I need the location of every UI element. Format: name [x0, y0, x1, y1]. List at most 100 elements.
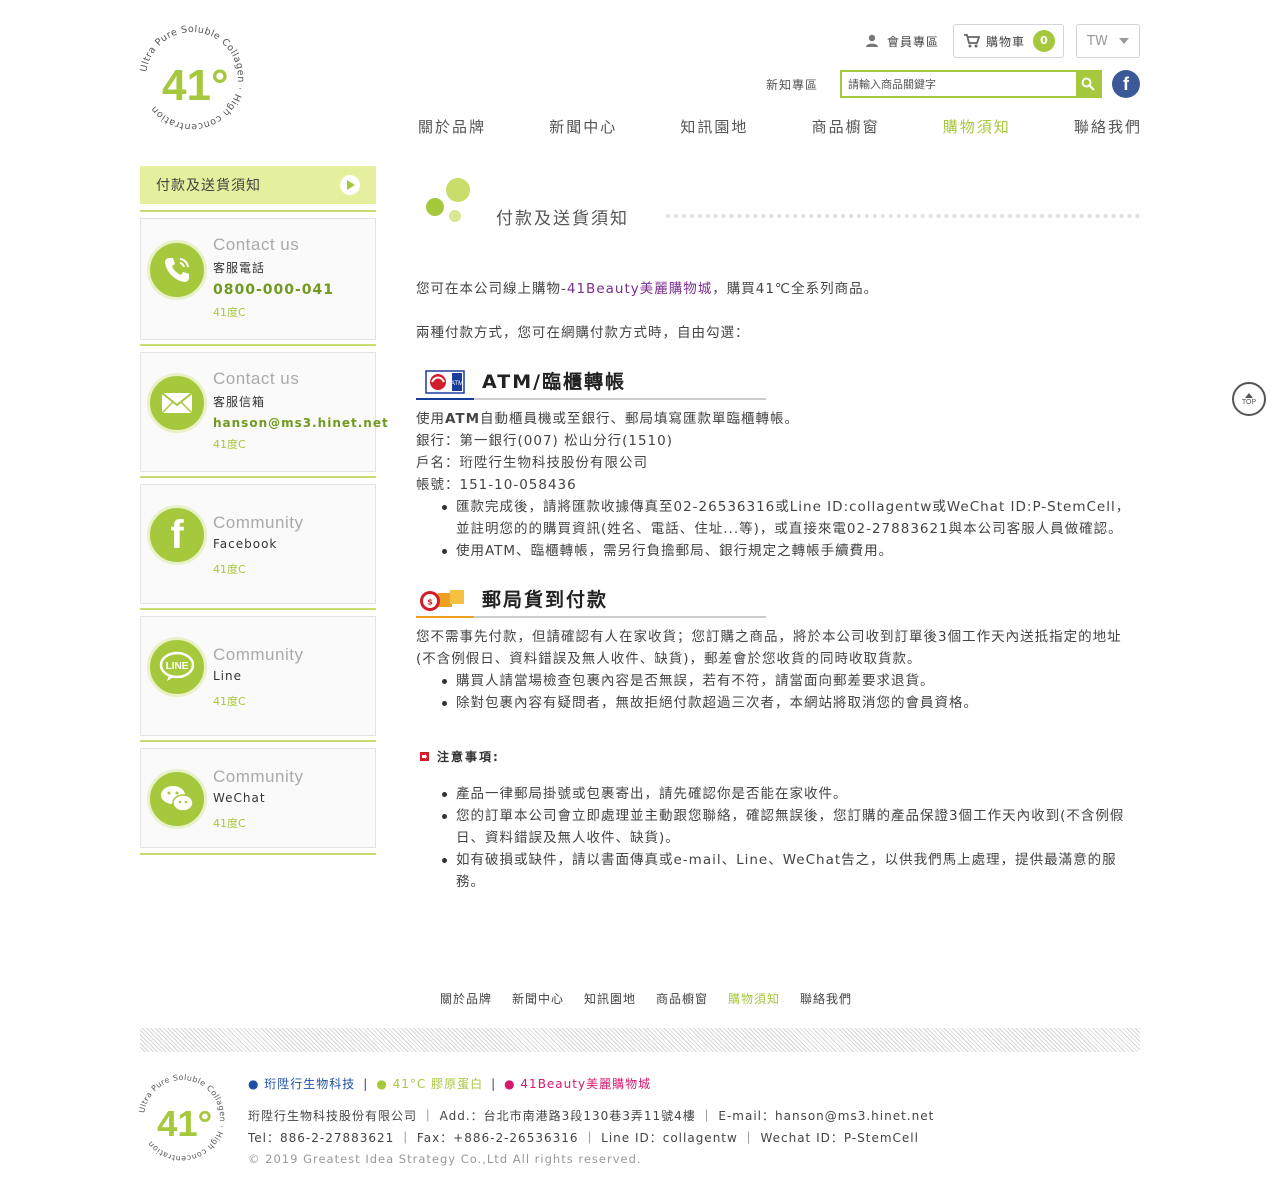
list-item: 購買人請當場檢查包裹內容是否無誤，若有不符，請當面向郵差要求退貨。: [442, 670, 1140, 692]
footer-nav-contact[interactable]: 聯絡我們: [800, 990, 852, 1007]
card-title: Contact us: [213, 369, 300, 388]
footer-site-links: ● 珩陞行生物科技 | ● 41°C 膠原蛋白 | ● 41Beauty美麗購物…: [248, 1075, 651, 1092]
notes-title: 注意事項:: [437, 750, 500, 764]
dotted-divider: [666, 214, 1140, 218]
list-item: 如有破損或缺件，請以書面傳真或e-mail、Line、WeChat告之，以供我們…: [442, 849, 1140, 893]
list-item: 您的訂單本公司會立即處理並主動跟您聯絡，確認無誤後，您訂購的產品保證3個工作天內…: [442, 805, 1140, 849]
phone-number: 0800-000-041: [213, 282, 335, 298]
intro-text-part: ，購買41℃全系列商品。: [712, 281, 879, 297]
footer-nav: 關於品牌 新聞中心 知訊園地 商品櫥窗 購物須知 聯絡我們: [0, 990, 1280, 1007]
cart-count-badge: 0: [1033, 30, 1055, 52]
intro-text-part: 您可在本公司線上購物-: [416, 281, 567, 297]
separator: |: [363, 1076, 369, 1091]
account-number: 帳號：151-10-058436: [416, 477, 577, 493]
svg-text:ATM: ATM: [451, 381, 463, 387]
card-brand: 41度C: [213, 438, 246, 451]
language-select[interactable]: TW: [1076, 24, 1140, 58]
play-arrow-icon: [340, 175, 360, 195]
divider: [140, 344, 376, 346]
card-title: Contact us: [213, 235, 300, 254]
card-subtitle: WeChat: [213, 791, 266, 805]
card-brand: 41度C: [213, 306, 246, 319]
footer-company-info: 珩陞行生物科技股份有限公司 ｜ Add.：台北市南港路3段130巷3弄11號4樓…: [248, 1109, 935, 1123]
divider: [140, 210, 376, 212]
user-icon: [865, 34, 878, 47]
footer-copyright: © 2019 Greatest Idea Strategy Co.,Ltd Al…: [248, 1152, 642, 1166]
cod-paragraph: 您不需事先付款，但請確認有人在家收貨；您訂購之商品，將於本公司收到訂單後3個工作…: [416, 629, 1122, 667]
card-title: Community: [213, 513, 304, 532]
decorative-dots-icon: [426, 178, 470, 222]
footer-nav-products[interactable]: 商品櫥窗: [656, 990, 708, 1007]
list-item: 使用ATM、臨櫃轉帳，需另行負擔郵局、銀行規定之轉帳手續費用。: [442, 540, 1140, 562]
facebook-icon[interactable]: f: [1112, 70, 1140, 98]
nav-item-products[interactable]: 商品櫥窗: [812, 116, 880, 137]
cart-button[interactable]: 購物車 0: [952, 24, 1064, 58]
nav-item-knowledge[interactable]: 知訊園地: [680, 116, 748, 137]
chevron-down-icon: [1119, 38, 1129, 44]
footer-stripe: [140, 1028, 1140, 1052]
list-item: 除對包裹內容有疑問者，無故拒絕付款超過三次者，本網站將取消您的會員資格。: [442, 692, 1140, 714]
footer-link-company[interactable]: ● 珩陞行生物科技: [248, 1075, 355, 1092]
search-icon: [1081, 77, 1095, 91]
member-area-link[interactable]: 會員專區: [865, 33, 939, 50]
cart-icon: [963, 34, 980, 48]
underline-accent: [416, 616, 474, 618]
footer-nav-brand[interactable]: 關於品牌: [440, 990, 492, 1007]
footer-contact-info: Tel：886-2-27883621 ｜ Fax：+886-2-26536316…: [248, 1131, 919, 1145]
card-brand: 41度C: [213, 817, 246, 830]
cart-label: 購物車: [985, 34, 1025, 49]
bank-info: 銀行：第一銀行(007) 松山分行(1510): [416, 433, 673, 449]
search-input[interactable]: [842, 72, 1076, 96]
sidebar-title: 付款及送貨須知: [156, 178, 261, 194]
atm-icon: ATM: [425, 370, 465, 394]
member-area-label: 會員專區: [886, 34, 939, 49]
svg-text:LINE: LINE: [166, 661, 189, 672]
svg-text:$: $: [427, 598, 433, 607]
footer-link-shop[interactable]: ● 41Beauty美麗購物城: [504, 1075, 651, 1092]
line-card[interactable]: LINE Community Line 41度C: [140, 616, 376, 736]
svg-text:41°: 41°: [157, 1103, 212, 1144]
divider: [140, 476, 376, 478]
wechat-card[interactable]: Community WeChat 41度C: [140, 748, 376, 848]
footer-nav-news[interactable]: 新聞中心: [512, 990, 564, 1007]
svg-text:41°: 41°: [162, 61, 229, 110]
card-brand: 41度C: [213, 563, 246, 576]
card-subtitle: 客服信箱: [213, 395, 266, 409]
card-subtitle: Line: [213, 669, 243, 683]
facebook-icon: f: [147, 505, 207, 565]
underline-accent: [416, 398, 474, 400]
nav-item-contact[interactable]: 聯絡我們: [1074, 116, 1142, 137]
footer-nav-shopping-info[interactable]: 購物須知: [728, 990, 780, 1007]
search-button[interactable]: [1076, 72, 1100, 96]
facebook-card[interactable]: f Community Facebook 41度C: [140, 484, 376, 604]
shop-link[interactable]: 41Beauty美麗購物城: [567, 281, 712, 297]
footer-nav-knowledge[interactable]: 知訊園地: [584, 990, 636, 1007]
footer-logo: Ultra Pure Soluble Collagen · High conce…: [134, 1070, 230, 1166]
divider: [140, 740, 376, 742]
sidebar-active-item[interactable]: 付款及送貨須知: [140, 166, 376, 204]
mail-icon: [147, 373, 207, 433]
card-title: Community: [213, 645, 304, 664]
main-nav: 關於品牌 新聞中心 知訊園地 商品櫥窗 購物須知 聯絡我們: [418, 116, 1142, 137]
brand-logo[interactable]: Ultra Pure Soluble Collagen · High conce…: [134, 20, 250, 136]
news-link[interactable]: 新知專區: [766, 76, 818, 93]
cod-section-title: 郵局貨到付款: [482, 589, 609, 611]
line-icon: LINE: [147, 637, 207, 697]
contact-phone-card[interactable]: Contact us 客服電話 0800-000-041 41度C: [140, 218, 376, 340]
text-part: 使用: [416, 411, 445, 427]
card-subtitle: Facebook: [213, 537, 278, 551]
text-bold: ATM: [445, 411, 481, 427]
nav-item-news[interactable]: 新聞中心: [549, 116, 617, 137]
contact-email-card[interactable]: Contact us 客服信箱 hanson@ms3.hinet.net 41度…: [140, 352, 388, 472]
footer-link-collagen[interactable]: ● 41°C 膠原蛋白: [376, 1075, 483, 1092]
nav-item-brand[interactable]: 關於品牌: [418, 116, 486, 137]
atm-line: 使用ATM自動櫃員機或至銀行、郵局填寫匯款單臨櫃轉帳。: [416, 408, 1140, 430]
back-to-top-button[interactable]: TOP: [1232, 382, 1266, 416]
arrow-bullet-icon: [420, 752, 429, 761]
card-title: Community: [213, 767, 304, 786]
divider: [140, 853, 376, 855]
atm-section-title: ATM/臨櫃轉帳: [482, 371, 627, 393]
divider: [140, 608, 376, 610]
language-value: TW: [1087, 33, 1108, 49]
nav-item-shopping-info[interactable]: 購物須知: [943, 116, 1011, 137]
